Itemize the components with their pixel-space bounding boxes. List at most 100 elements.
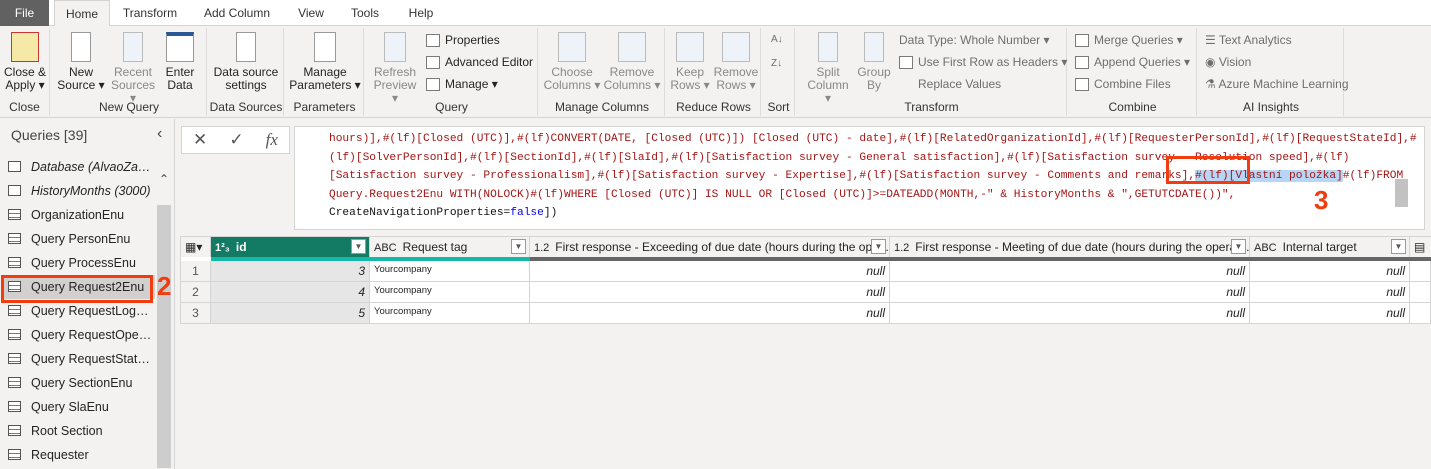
remove-rows-button[interactable]: Remove Rows ▾ [713,30,759,92]
row-number[interactable]: 2 [181,282,211,303]
group-label: Query [435,100,468,114]
split-column-button[interactable]: Split Column ▾ [803,30,853,105]
table-cell[interactable]: 3 [211,261,370,282]
query-item[interactable]: Root Section [3,419,155,443]
sort-ascending-icon[interactable]: A↓ [771,30,783,50]
table-cell[interactable]: null [1250,261,1410,282]
formula-scrollbar[interactable] [1395,179,1408,207]
table-cell[interactable]: null [890,282,1250,303]
table-cell[interactable]: Yourcompany [370,303,530,324]
query-item[interactable]: Query RequestStateE... [3,347,155,371]
keep-rows-button[interactable]: Keep Rows ▾ [669,30,711,92]
query-label: Query SlaEnu [31,400,109,414]
merge-queries-button[interactable]: Merge Queries ▾ [1075,30,1183,50]
refresh-preview-button[interactable]: Refresh Preview ▾ [370,30,420,105]
choose-columns-button[interactable]: Choose Columns ▾ [542,30,602,92]
query-item[interactable]: HistoryMonths (3000) [3,179,155,203]
combine-files-icon [1075,78,1089,92]
query-item[interactable]: OrganizationEnu [3,203,155,227]
column-header-first-response-meeting[interactable]: 1.2 First response - Meeting of due date … [890,237,1250,257]
query-item[interactable]: Query RequestOperat... [3,323,155,347]
group-ai-insights: ☰ Text Analytics ◉ Vision ⚗ Azure Machin… [1199,28,1349,116]
table-cell[interactable]: Yourcompany [370,282,530,303]
query-item[interactable]: Query SlaEnu [3,395,155,419]
table-cell[interactable] [1410,261,1431,282]
text-analytics-button[interactable]: ☰ Text Analytics [1205,30,1292,50]
tab-view[interactable]: View [289,0,333,26]
table-cell[interactable]: null [530,261,890,282]
queries-scrollbar[interactable]: ⌃ [157,168,171,468]
code-text: ]) [543,207,558,219]
table-cell[interactable]: null [530,282,890,303]
use-first-row-headers-button[interactable]: Use First Row as Headers ▾ [899,52,1067,72]
merge-icon [1075,34,1089,48]
cancel-icon[interactable]: ✕ [193,130,207,150]
append-queries-button[interactable]: Append Queries ▾ [1075,52,1190,72]
filter-dropdown-icon[interactable]: ▼ [351,239,366,254]
close-apply-button[interactable]: Close & Apply ▾ [2,30,48,92]
group-by-button[interactable]: Group By [855,30,893,92]
column-header-internal-target[interactable]: ABC Internal target ▼ [1250,237,1410,257]
query-item[interactable]: Requester [3,443,155,467]
table-cell[interactable]: 5 [211,303,370,324]
filter-dropdown-icon[interactable]: ▼ [511,239,526,254]
group-label: Combine [1108,100,1157,114]
datetime-column-icon[interactable]: ▤ [1410,237,1431,257]
table-cell[interactable]: null [530,303,890,324]
new-source-button[interactable]: New Source ▾ [56,30,106,92]
manage-parameters-button[interactable]: Manage Parameters ▾ [288,30,362,92]
replace-values-button[interactable]: Replace Values [899,74,1001,94]
query-item[interactable]: Query PersonEnu [3,227,155,251]
table-menu-icon[interactable]: ▦▾ [181,237,211,257]
filter-dropdown-icon[interactable]: ▼ [1391,239,1406,254]
tab-tools[interactable]: Tools [342,0,388,26]
table-cell[interactable]: null [1250,282,1410,303]
table-cell[interactable]: null [890,261,1250,282]
annotation-number-3: 3 [1314,185,1329,215]
enter-data-button[interactable]: Enter Data [160,30,200,92]
formula-input[interactable]: hours)],#(lf)[Closed (UTC)],#(lf)CONVERT… [294,126,1425,230]
filter-dropdown-icon[interactable]: ▼ [871,239,886,254]
column-header-id[interactable]: 1²₃ id ▼ [211,237,370,257]
tab-file[interactable]: File [0,0,49,26]
fx-icon[interactable]: fx [266,130,278,150]
table-cell[interactable] [1410,282,1431,303]
scroll-up-icon[interactable]: ⌃ [159,172,169,186]
table-icon [8,329,21,340]
properties-button[interactable]: Properties [426,30,500,50]
data-type-dropdown[interactable]: Data Type: Whole Number ▾ [899,30,1050,50]
column-header-first-response-exceeding[interactable]: 1.2 First response - Exceeding of due dat… [530,237,890,257]
tab-transform[interactable]: Transform [115,0,185,26]
tab-home[interactable]: Home [54,0,110,27]
scrollbar-thumb[interactable] [157,205,171,468]
column-header-request-tag[interactable]: ABC Request tag ▼ [370,237,530,257]
table-cell[interactable]: null [890,303,1250,324]
tab-add-column[interactable]: Add Column [196,0,278,26]
tab-help[interactable]: Help [398,0,444,26]
collapse-chevron-icon[interactable]: ‹ [157,125,162,143]
row-number[interactable]: 3 [181,303,211,324]
row-number[interactable]: 1 [181,261,211,282]
remove-columns-button[interactable]: Remove Columns ▾ [602,30,662,92]
manage-button[interactable]: Manage ▾ [426,74,498,94]
advanced-editor-button[interactable]: Advanced Editor [426,52,533,72]
table-cell[interactable]: 4 [211,282,370,303]
azure-ml-button[interactable]: ⚗ Azure Machine Learning [1205,74,1349,94]
table-cell[interactable]: Yourcompany [370,261,530,282]
combine-files-button[interactable]: Combine Files [1075,74,1171,94]
query-item[interactable]: Query ProcessEnu [3,251,155,275]
vision-button[interactable]: ◉ Vision [1205,52,1251,72]
label: Rows ▾ [716,78,756,92]
group-combine: Merge Queries ▾ Append Queries ▾ Combine… [1069,28,1197,116]
data-source-settings-button[interactable]: Data source settings [211,30,281,92]
sort-descending-icon[interactable]: Z↓ [771,54,782,74]
query-item[interactable]: Database (AlvaoZaka... [3,155,155,179]
formula-code: hours)],#(lf)[Closed (UTC)],#(lf)CONVERT… [329,130,1417,223]
recent-sources-button[interactable]: Recent Sources ▾ [108,30,158,105]
table-cell[interactable]: null [1250,303,1410,324]
group-parameters: Manage Parameters ▾ Parameters [286,28,364,116]
commit-icon[interactable]: ✓ [229,130,243,150]
table-cell[interactable] [1410,303,1431,324]
query-item[interactable]: Query SectionEnu [3,371,155,395]
filter-dropdown-icon[interactable]: ▼ [1231,239,1246,254]
